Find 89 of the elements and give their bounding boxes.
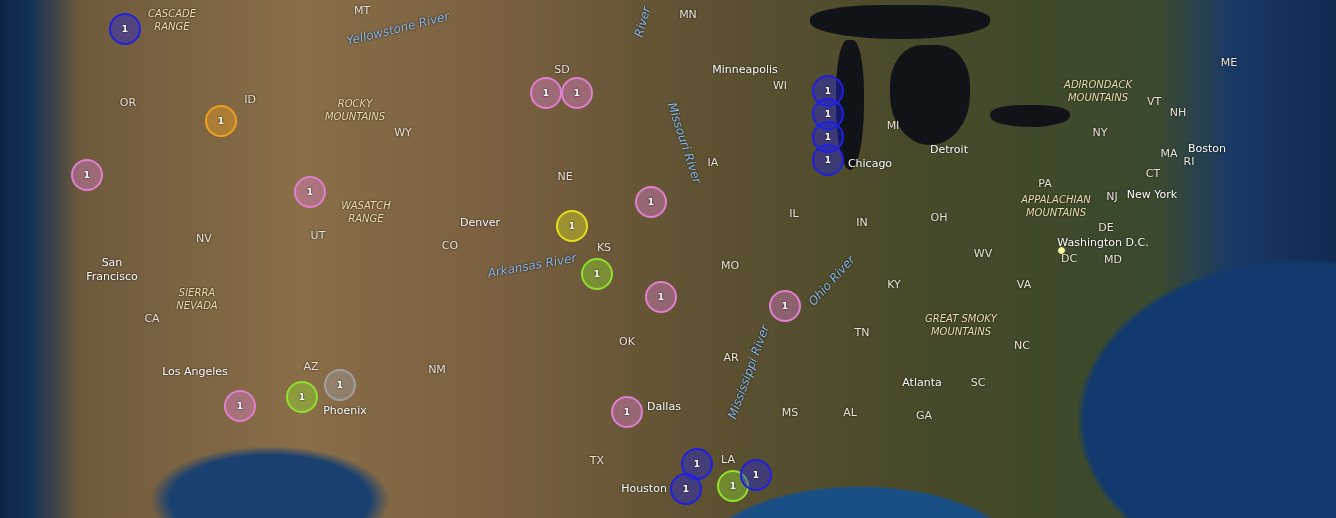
city-label: Boston [1188, 142, 1226, 156]
state-label: SD [554, 63, 570, 77]
cluster-marker[interactable]: 1 [109, 13, 141, 45]
city-label: Houston [621, 482, 667, 496]
state-label: WY [394, 126, 412, 140]
state-label: MN [679, 8, 697, 22]
cluster-marker[interactable]: 1 [324, 369, 356, 401]
cluster-marker[interactable]: 1 [556, 210, 588, 242]
state-label: NC [1014, 339, 1030, 353]
state-label: MI [886, 119, 900, 133]
cluster-marker[interactable]: 1 [611, 396, 643, 428]
river-label: River [631, 5, 655, 39]
region-label: SIERRA NEVADA [175, 286, 219, 312]
state-label: KY [887, 278, 901, 292]
state-label: DC [1060, 252, 1078, 266]
state-label: VA [1016, 278, 1032, 292]
state-label: OK [619, 335, 635, 349]
state-label: OR [119, 96, 137, 110]
state-label: IA [707, 156, 719, 170]
state-label: MA [1160, 147, 1178, 161]
state-label: CT [1145, 167, 1161, 181]
region-label: GREAT SMOKY MOUNTAINS [924, 312, 999, 338]
state-label: AL [843, 406, 857, 420]
cluster-marker[interactable]: 1 [71, 159, 103, 191]
state-label: ID [244, 93, 256, 107]
state-label: DE [1098, 221, 1114, 235]
state-label: UT [310, 229, 326, 243]
cluster-marker[interactable]: 1 [561, 77, 593, 109]
city-label: New York [1126, 188, 1178, 202]
state-label: NM [428, 363, 446, 377]
city-label: Phoenix [323, 404, 367, 418]
cluster-marker[interactable]: 1 [681, 448, 713, 480]
cluster-marker[interactable]: 1 [205, 105, 237, 137]
state-label: TN [854, 326, 870, 340]
region-label: APPALACHIAN MOUNTAINS [1020, 193, 1092, 219]
state-label: MO [720, 259, 740, 273]
cluster-marker[interactable]: 1 [645, 281, 677, 313]
city-label: Atlanta [902, 376, 942, 390]
city-label: Dallas [647, 400, 681, 414]
cluster-marker[interactable]: 1 [740, 459, 772, 491]
city-label: Detroit [930, 143, 968, 157]
cluster-marker[interactable]: 1 [581, 258, 613, 290]
river-label: Arkansas River [486, 250, 578, 282]
state-label: MD [1104, 253, 1122, 267]
state-label: IN [856, 216, 868, 230]
city-label: Washington D.C. [1057, 236, 1149, 250]
state-label: WI [772, 79, 788, 93]
state-label: GA [915, 409, 933, 423]
state-label: AZ [303, 360, 319, 374]
state-label: PA [1038, 177, 1052, 191]
city-label: Denver [460, 216, 500, 230]
state-label: MS [781, 406, 799, 420]
state-label: NE [557, 170, 573, 184]
state-label: IL [789, 207, 799, 221]
cluster-marker[interactable]: 1 [635, 186, 667, 218]
state-label: RI [1183, 155, 1195, 169]
cluster-marker[interactable]: 1 [294, 176, 326, 208]
state-label: NH [1169, 106, 1187, 120]
state-label: ME [1220, 56, 1238, 70]
state-label: OH [930, 211, 948, 225]
cluster-marker[interactable]: 1 [224, 390, 256, 422]
state-label: MT [353, 4, 371, 18]
region-label: ADIRONDACK MOUNTAINS [1062, 78, 1134, 104]
city-label: Minneapolis [712, 63, 778, 77]
state-label: NY [1092, 126, 1108, 140]
cluster-marker[interactable]: 1 [670, 473, 702, 505]
state-label: KS [596, 241, 612, 255]
state-label: VT [1146, 95, 1162, 109]
cluster-marker[interactable]: 1 [769, 290, 801, 322]
state-label: TX [589, 454, 605, 468]
state-label: WV [973, 247, 993, 261]
region-label: ROCKY MOUNTAINS [323, 97, 387, 123]
cluster-marker[interactable]: 1 [286, 381, 318, 413]
cluster-marker[interactable]: 1 [812, 144, 844, 176]
state-label: CO [441, 239, 459, 253]
cluster-marker[interactable]: 1 [530, 77, 562, 109]
city-label: Chicago [847, 157, 893, 171]
satellite-map[interactable] [0, 0, 1336, 518]
region-label: WASATCH RANGE [340, 199, 392, 225]
state-label: CA [144, 312, 160, 326]
state-label: SC [970, 376, 986, 390]
location-dot-icon [1057, 246, 1066, 255]
state-label: LA [721, 453, 735, 467]
region-label: CASCADE RANGE [147, 7, 197, 33]
state-label: NJ [1106, 190, 1118, 204]
cluster-marker[interactable]: 1 [717, 470, 749, 502]
city-label: San Francisco [85, 256, 139, 284]
city-label: Los Angeles [161, 365, 229, 379]
state-label: NV [196, 232, 212, 246]
